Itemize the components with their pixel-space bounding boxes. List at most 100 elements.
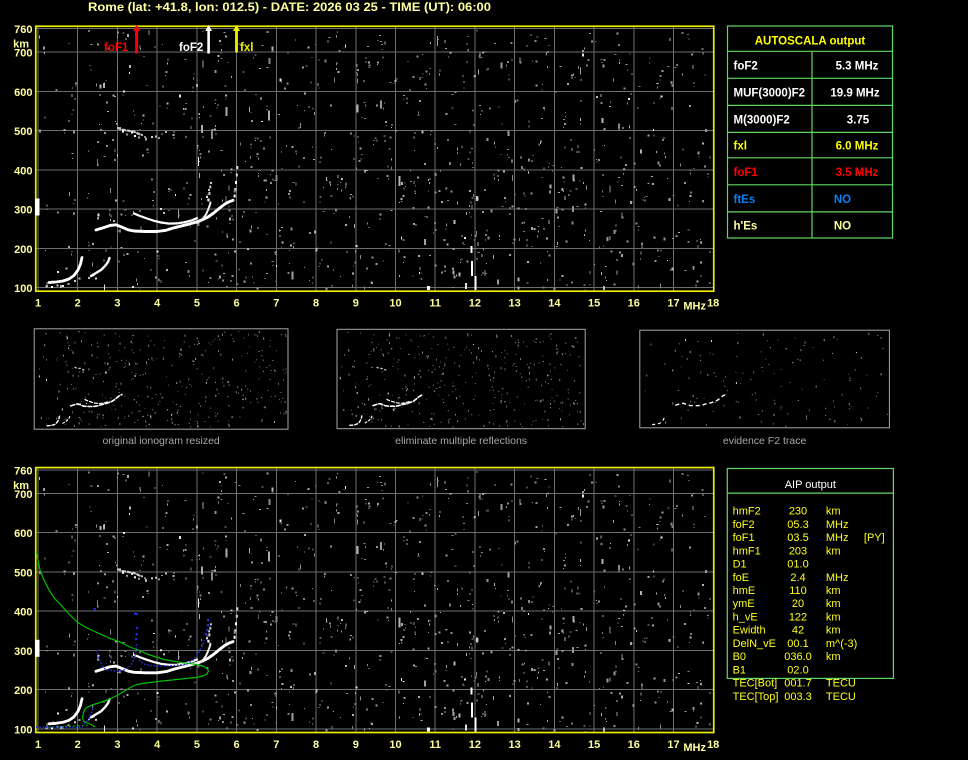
- svg-text:001.7: 001.7: [784, 678, 812, 690]
- svg-text:400: 400: [14, 165, 32, 177]
- svg-text:AIP output: AIP output: [785, 479, 836, 491]
- svg-text:MHz: MHz: [826, 532, 849, 544]
- svg-text:TECU: TECU: [826, 678, 856, 690]
- svg-text:h'Es: h'Es: [734, 220, 758, 232]
- svg-text:km: km: [826, 611, 841, 623]
- svg-text:16: 16: [628, 298, 640, 310]
- svg-text:M(3000)F2: M(3000)F2: [734, 114, 790, 126]
- svg-text:15: 15: [588, 739, 600, 751]
- svg-text:fxl: fxl: [240, 42, 253, 54]
- svg-text:km: km: [826, 598, 841, 610]
- svg-text:m^(-3): m^(-3): [826, 638, 857, 650]
- svg-text:110: 110: [789, 585, 807, 597]
- svg-text:TEC[Top]: TEC[Top]: [733, 691, 779, 703]
- svg-text:3.75: 3.75: [847, 114, 870, 126]
- svg-text:ftEs: ftEs: [734, 194, 756, 206]
- svg-text:MHz: MHz: [683, 742, 706, 754]
- svg-text:foE: foE: [733, 572, 750, 584]
- svg-text:foF1: foF1: [733, 532, 755, 544]
- svg-text:760: 760: [14, 24, 32, 36]
- svg-text:42: 42: [792, 625, 804, 637]
- svg-text:4: 4: [154, 739, 161, 751]
- svg-text:DelN_vE: DelN_vE: [733, 638, 776, 650]
- svg-text:6: 6: [234, 298, 240, 310]
- svg-text:B0: B0: [733, 651, 746, 663]
- svg-text:6.0 MHz: 6.0 MHz: [836, 141, 879, 153]
- svg-text:D1: D1: [733, 559, 747, 571]
- svg-text:2: 2: [75, 298, 81, 310]
- svg-text:3: 3: [114, 739, 120, 751]
- svg-text:km: km: [826, 506, 841, 518]
- svg-text:km: km: [826, 545, 841, 557]
- svg-text:01.0: 01.0: [787, 559, 808, 571]
- svg-text:12: 12: [469, 298, 481, 310]
- svg-text:7: 7: [273, 739, 279, 751]
- svg-text:km: km: [826, 625, 841, 637]
- svg-text:300: 300: [14, 205, 32, 217]
- svg-text:hmF2: hmF2: [733, 506, 761, 518]
- svg-text:2.4: 2.4: [790, 572, 805, 584]
- svg-text:122: 122: [789, 611, 807, 623]
- svg-text:hmF1: hmF1: [733, 545, 761, 557]
- svg-text:7: 7: [273, 298, 279, 310]
- svg-text:2: 2: [75, 739, 81, 751]
- svg-text:hmE: hmE: [733, 585, 756, 597]
- svg-text:11: 11: [429, 298, 441, 310]
- svg-text:km: km: [826, 651, 841, 663]
- svg-text:200: 200: [14, 244, 32, 256]
- svg-text:10: 10: [389, 739, 401, 751]
- svg-text:14: 14: [548, 739, 561, 751]
- svg-text:11: 11: [429, 739, 441, 751]
- svg-text:14: 14: [548, 298, 561, 310]
- svg-text:700: 700: [14, 489, 32, 501]
- svg-text:ymE: ymE: [733, 598, 755, 610]
- svg-text:1: 1: [35, 739, 41, 751]
- svg-text:TECU: TECU: [826, 691, 856, 703]
- svg-text:TEC[Bot]: TEC[Bot]: [733, 678, 778, 690]
- svg-text:036.0: 036.0: [784, 651, 812, 663]
- svg-text:8: 8: [313, 298, 319, 310]
- svg-text:4: 4: [154, 298, 161, 310]
- svg-text:5.3 MHz: 5.3 MHz: [836, 60, 879, 72]
- svg-text:NO: NO: [834, 220, 851, 232]
- svg-text:500: 500: [14, 567, 32, 579]
- svg-text:MHz: MHz: [826, 572, 849, 584]
- svg-text:12: 12: [469, 739, 481, 751]
- svg-text:5: 5: [194, 739, 200, 751]
- svg-text:MHz: MHz: [826, 519, 849, 531]
- svg-text:8: 8: [313, 739, 319, 751]
- svg-text:foF1: foF1: [104, 42, 129, 54]
- svg-text:fxl: fxl: [734, 141, 747, 153]
- svg-text:200: 200: [14, 685, 32, 697]
- svg-text:10: 10: [389, 298, 401, 310]
- svg-text:B1: B1: [733, 664, 746, 676]
- svg-text:20: 20: [792, 598, 804, 610]
- svg-text:100: 100: [14, 283, 32, 295]
- svg-text:Rome (lat: +41.8, lon: 012.5): Rome (lat: +41.8, lon: 012.5) - DATE: 20…: [88, 2, 491, 14]
- svg-text:[PY]: [PY]: [864, 532, 885, 544]
- svg-text:foF2: foF2: [733, 519, 755, 531]
- svg-text:760: 760: [14, 465, 32, 477]
- svg-text:3.5 MHz: 3.5 MHz: [836, 167, 879, 179]
- svg-text:400: 400: [14, 607, 32, 619]
- svg-text:19.9 MHz: 19.9 MHz: [830, 87, 879, 99]
- svg-text:600: 600: [14, 528, 32, 540]
- svg-text:16: 16: [628, 739, 640, 751]
- svg-text:km: km: [826, 585, 841, 597]
- svg-text:foF2: foF2: [179, 42, 203, 54]
- svg-text:1: 1: [35, 298, 41, 310]
- svg-text:100: 100: [14, 724, 32, 736]
- svg-text:3: 3: [114, 298, 120, 310]
- svg-text:17: 17: [667, 298, 679, 310]
- svg-text:15: 15: [588, 298, 600, 310]
- svg-text:13: 13: [508, 298, 520, 310]
- svg-text:18: 18: [707, 298, 719, 310]
- svg-text:003.3: 003.3: [784, 691, 812, 703]
- svg-text:NO: NO: [834, 194, 851, 206]
- svg-text:original ionogram resized: original ionogram resized: [102, 435, 219, 447]
- svg-text:600: 600: [14, 87, 32, 99]
- svg-text:AUTOSCALA output: AUTOSCALA output: [755, 36, 866, 48]
- svg-text:9: 9: [353, 739, 359, 751]
- svg-text:h_vE: h_vE: [733, 611, 758, 623]
- svg-text:700: 700: [14, 48, 32, 60]
